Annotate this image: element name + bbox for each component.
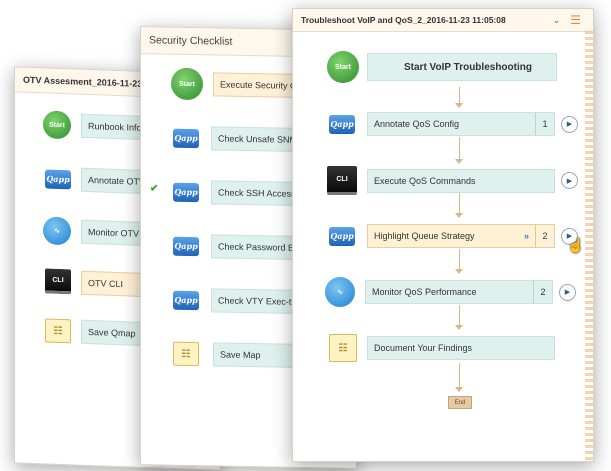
flow-connector [459, 137, 460, 161]
step-label: Highlight Queue Strategy [374, 231, 475, 241]
play-icon[interactable]: ▶ [561, 172, 578, 189]
flow-connector [459, 193, 460, 215]
step-document-findings[interactable]: ☷ Document Your Findings [329, 334, 555, 362]
cli-icon: CLI [327, 166, 357, 195]
step-highlight-queue[interactable]: Qapp Highlight Queue Strategy » 2 ▶ [329, 224, 578, 248]
document-icon: ☷ [173, 341, 199, 367]
cli-icon: CLI [45, 268, 71, 295]
qapp-icon: Qapp [173, 236, 199, 256]
document-icon: ☷ [329, 334, 357, 362]
flow-arrow [455, 269, 463, 274]
monitor-pulse-icon: ∿ [325, 277, 355, 307]
step-label: Monitor QoS Performance [372, 287, 477, 297]
step-label: Document Your Findings [367, 336, 555, 360]
step-label: Start VoIP Troubleshooting [367, 53, 557, 81]
step-count-badge: 1 [535, 113, 554, 135]
play-icon[interactable]: ▶ [559, 283, 576, 301]
start-icon: Start [171, 67, 203, 101]
qapp-icon: Qapp [173, 290, 199, 310]
flow-connector [459, 305, 460, 327]
step-count-badge: 2 [533, 281, 552, 303]
qapp-icon: Qapp [329, 226, 355, 246]
step-box: Monitor QoS Performance 2 [365, 280, 553, 304]
flow-arrow [455, 103, 463, 108]
menu-icon[interactable]: ☰ [570, 13, 581, 27]
flow-arrow [455, 159, 463, 164]
scrollbar[interactable] [585, 31, 593, 461]
step-box: Annotate QoS Config 1 [367, 112, 555, 136]
chevron-down-icon[interactable]: ⌄ [553, 15, 561, 26]
step-execute-qos[interactable]: CLI Execute QoS Commands ▶ [327, 166, 578, 195]
document-icon: ☷ [45, 318, 71, 344]
header-icons: ⌄ ☰ [553, 9, 581, 31]
flow-arrow [455, 387, 463, 392]
flow-arrow [455, 213, 463, 218]
step-start-voip[interactable]: Start Start VoIP Troubleshooting [327, 51, 557, 83]
step-annotate-qos[interactable]: Qapp Annotate QoS Config 1 ▶ [329, 112, 578, 136]
troubleshoot-voip-panel: Troubleshoot VoIP and QoS_2_2016-11-23 1… [292, 8, 594, 462]
qapp-icon: Qapp [45, 168, 71, 189]
step-monitor-qos[interactable]: ∿ Monitor QoS Performance 2 ▶ [325, 277, 576, 307]
chevrons-icon: » [523, 231, 529, 241]
flow-connector [459, 363, 460, 389]
step-count-badge: 2 [535, 225, 554, 247]
step-box: Highlight Queue Strategy » 2 [367, 224, 555, 248]
end-node[interactable]: End [448, 396, 472, 409]
step-check-vty[interactable]: Qapp Check VTY Exec-tim [173, 288, 311, 315]
qapp-icon: Qapp [173, 182, 199, 202]
hand-cursor-icon: ☝ [567, 237, 585, 253]
qapp-icon: Qapp [173, 128, 199, 148]
check-icon: ✔ [150, 183, 159, 195]
step-label: Execute QoS Commands [367, 168, 555, 193]
play-icon[interactable]: ▶ [561, 115, 578, 133]
start-icon: Start [43, 110, 71, 140]
flow-connector [459, 249, 460, 271]
step-check-password[interactable]: Qapp Check Password En [173, 234, 311, 261]
panel-title: Troubleshoot VoIP and QoS_2_2016-11-23 1… [293, 9, 593, 32]
flow-arrow [455, 325, 463, 330]
step-label: Annotate QoS Config [374, 119, 460, 129]
step-check-ssh[interactable]: Qapp Check SSH Access [173, 180, 311, 207]
monitor-pulse-icon: ∿ [43, 216, 71, 246]
step-check-unsafe-snmp[interactable]: Qapp Check Unsafe SNMP [173, 126, 311, 153]
qapp-icon: Qapp [329, 114, 355, 134]
start-icon: Start [327, 51, 359, 83]
